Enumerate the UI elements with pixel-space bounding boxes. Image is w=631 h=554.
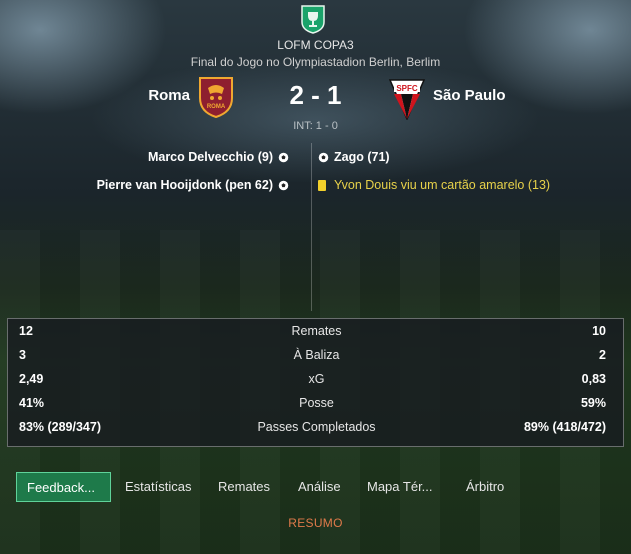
stat-label: Remates	[291, 324, 342, 338]
competition-logo-icon	[301, 5, 325, 34]
stat-away-value: 0,83	[581, 372, 606, 386]
match-screen: LOFM COPA3 Final do Jogo no Olympiastadi…	[0, 0, 631, 554]
stat-row-on-target: 3 À Baliza 2	[8, 348, 625, 368]
tab-referee[interactable]: Árbitro	[466, 472, 504, 502]
stat-row-passes: 83% (289/347) Passes Completados 89% (41…	[8, 420, 625, 440]
tab-shots[interactable]: Remates	[218, 472, 270, 502]
roma-crest-icon[interactable]: ROMA	[196, 76, 236, 118]
tab-statistics[interactable]: Estatísticas	[125, 472, 191, 502]
away-event-text: Zago (71)	[334, 150, 390, 164]
match-stats-panel: 12 Remates 10 3 À Baliza 2 2,49 xG 0,83 …	[7, 318, 624, 447]
home-event-row[interactable]: Marco Delvecchio (9)	[148, 150, 289, 164]
stat-away-value: 10	[592, 324, 606, 338]
home-event-text: Pierre van Hooijdonk (pen 62)	[96, 178, 273, 192]
final-score: 2 - 1	[289, 80, 342, 110]
stat-label: À Baliza	[293, 348, 340, 362]
events-divider	[311, 143, 312, 311]
ball-icon	[278, 152, 289, 162]
stat-row-xg: 2,49 xG 0,83	[8, 372, 625, 392]
tab-analysis[interactable]: Análise	[298, 472, 341, 502]
home-event-text: Marco Delvecchio (9)	[147, 150, 273, 164]
ball-icon	[278, 180, 289, 190]
roma-crest-text: ROMA	[207, 104, 226, 110]
stat-row-shots: 12 Remates 10	[8, 324, 625, 344]
home-team-name[interactable]: Roma	[110, 87, 190, 104]
stat-label: Posse	[299, 396, 334, 410]
stat-row-possession: 41% Posse 59%	[8, 396, 625, 416]
summary-link[interactable]: RESUMO	[0, 516, 631, 530]
stat-away-value: 89% (418/472)	[523, 420, 606, 434]
away-event-row[interactable]: Zago (71)	[318, 150, 390, 164]
competition-name: LOFM COPA3	[277, 38, 354, 52]
away-event-text: Yvon Douis viu um cartão amarelo (13)	[334, 178, 551, 192]
stat-label: xG	[308, 372, 325, 386]
tab-feedback[interactable]: Feedback...	[16, 472, 111, 502]
away-team-name[interactable]: São Paulo	[433, 87, 506, 104]
yellow-card-icon	[318, 179, 326, 191]
half-time-score: INT: 1 - 0	[293, 120, 338, 132]
away-event-row[interactable]: Yvon Douis viu um cartão amarelo (13)	[318, 178, 550, 192]
venue-text: Final do Jogo no Olympiastadion Berlin, …	[190, 55, 441, 69]
tab-territory-map[interactable]: Mapa Tér...	[367, 472, 433, 502]
stat-away-value: 2	[599, 348, 606, 362]
home-event-row[interactable]: Pierre van Hooijdonk (pen 62)	[97, 178, 289, 192]
sao-paulo-crest-icon[interactable]: SPFC	[387, 78, 427, 120]
ball-icon	[318, 152, 329, 162]
stat-away-value: 59%	[580, 396, 606, 410]
spfc-crest-text: SPFC	[396, 84, 418, 93]
